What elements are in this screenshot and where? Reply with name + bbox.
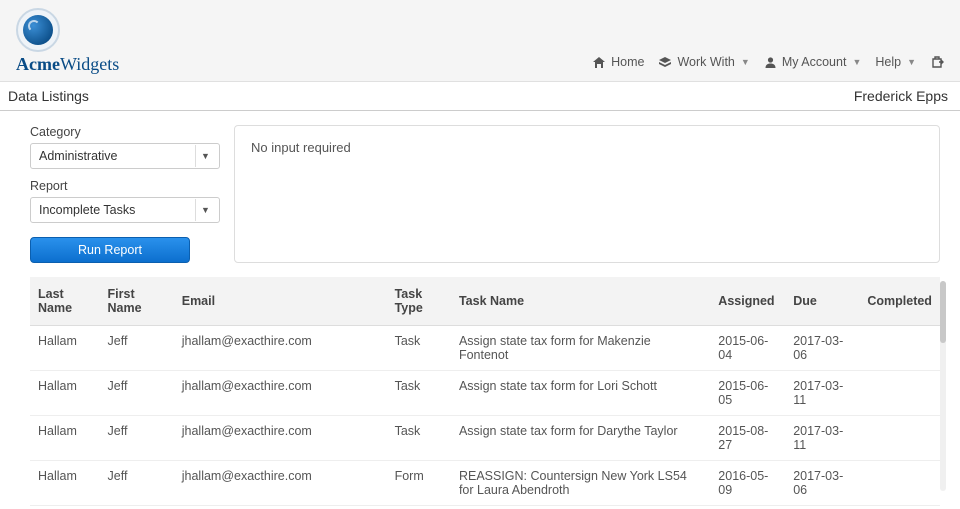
cell-task-type: Task bbox=[387, 506, 451, 509]
report-value: Incomplete Tasks bbox=[39, 203, 135, 217]
table-row[interactable]: HallamJeffjhallam@exacthire.comTaskAssig… bbox=[30, 416, 940, 461]
cell-task-type: Task bbox=[387, 326, 451, 371]
cell-email: jhallam@exacthire.com bbox=[174, 461, 387, 506]
category-label: Category bbox=[30, 125, 220, 139]
cell-task-type: Form bbox=[387, 461, 451, 506]
cell-due: 2017-03-06 bbox=[785, 461, 859, 506]
chevron-down-icon: ▼ bbox=[852, 57, 861, 67]
stack-icon bbox=[658, 56, 672, 69]
col-assigned[interactable]: Assigned bbox=[710, 277, 785, 326]
report-group: Report Incomplete Tasks ▼ bbox=[30, 179, 220, 223]
table-row[interactable]: HallamJeffjhallam@exacthire.comTaskAssig… bbox=[30, 326, 940, 371]
cell-email: jhallam@exacthire.com bbox=[174, 371, 387, 416]
cell-completed bbox=[859, 416, 940, 461]
nav-help[interactable]: Help ▼ bbox=[875, 55, 916, 69]
nav-work-with-label: Work With bbox=[677, 55, 734, 69]
scrollbar[interactable] bbox=[940, 281, 946, 491]
category-group: Category Administrative ▼ bbox=[30, 125, 220, 169]
cell-email: jhallam@exacthire.com bbox=[174, 326, 387, 371]
category-value: Administrative bbox=[39, 149, 118, 163]
cell-last-name: Hallam bbox=[30, 416, 100, 461]
cell-last-name: Hallam bbox=[30, 326, 100, 371]
filter-sidebar: Category Administrative ▼ Report Incompl… bbox=[30, 125, 220, 263]
cell-assigned: 2016-07-13 bbox=[710, 506, 785, 509]
user-icon bbox=[764, 56, 777, 69]
cell-first-name: Jeff bbox=[100, 416, 174, 461]
table-row[interactable]: HallamJeffjhallam@exacthire.comTaskAssig… bbox=[30, 371, 940, 416]
chevron-down-icon: ▼ bbox=[195, 199, 215, 221]
cell-completed bbox=[859, 506, 940, 509]
nav-home[interactable]: Home bbox=[592, 55, 644, 69]
brand-name: AcmeWidgets bbox=[16, 54, 119, 75]
cell-assigned: 2016-05-09 bbox=[710, 461, 785, 506]
cell-task-name: Assign state tax form for Lori Schott bbox=[451, 371, 710, 416]
cell-email: jhallam@exacthire.com bbox=[174, 416, 387, 461]
table-row[interactable]: HallamJeffjhallam@exacthire.comFormREASS… bbox=[30, 461, 940, 506]
scrollbar-thumb[interactable] bbox=[940, 281, 946, 343]
logo-area: AcmeWidgets bbox=[16, 8, 119, 75]
cell-completed bbox=[859, 461, 940, 506]
app-header: AcmeWidgets Home Work With ▼ My Account … bbox=[0, 0, 960, 82]
col-due[interactable]: Due bbox=[785, 277, 859, 326]
report-label: Report bbox=[30, 179, 220, 193]
col-task-type[interactable]: Task Type bbox=[387, 277, 451, 326]
current-user: Frederick Epps bbox=[854, 88, 948, 104]
nav-home-label: Home bbox=[611, 55, 644, 69]
cell-last-name: Hallam bbox=[30, 506, 100, 509]
cell-first-name: Jeff bbox=[100, 371, 174, 416]
cell-email: jhallam@exacthire.com bbox=[174, 506, 387, 509]
cell-task-name: Assign state tax form for Makenzie Fonte… bbox=[451, 326, 710, 371]
home-icon bbox=[592, 56, 606, 69]
cell-completed bbox=[859, 326, 940, 371]
col-completed[interactable]: Completed bbox=[859, 277, 940, 326]
col-last-name[interactable]: Last Name bbox=[30, 277, 100, 326]
results-table-wrap: Last Name First Name Email Task Type Tas… bbox=[0, 263, 960, 509]
results-table: Last Name First Name Email Task Type Tas… bbox=[30, 277, 940, 509]
nav-work-with[interactable]: Work With ▼ bbox=[658, 55, 749, 69]
logo-icon bbox=[16, 8, 60, 52]
chevron-down-icon: ▼ bbox=[741, 57, 750, 67]
subheader: Data Listings Frederick Epps bbox=[0, 82, 960, 111]
category-select[interactable]: Administrative ▼ bbox=[30, 143, 220, 169]
input-panel: No input required bbox=[234, 125, 940, 263]
run-report-button[interactable]: Run Report bbox=[30, 237, 190, 263]
cell-first-name: Jeff bbox=[100, 326, 174, 371]
cell-task-name: Onboard Jerry Graupner bbox=[451, 506, 710, 509]
cell-task-name: Assign state tax form for Darythe Taylor bbox=[451, 416, 710, 461]
col-first-name[interactable]: First Name bbox=[100, 277, 174, 326]
cell-first-name: Jeff bbox=[100, 461, 174, 506]
cell-due: 2017-03-11 bbox=[785, 416, 859, 461]
top-nav: Home Work With ▼ My Account ▼ Help ▼ bbox=[592, 55, 944, 75]
col-email[interactable]: Email bbox=[174, 277, 387, 326]
table-header-row: Last Name First Name Email Task Type Tas… bbox=[30, 277, 940, 326]
page-title: Data Listings bbox=[8, 88, 89, 104]
nav-my-account-label: My Account bbox=[782, 55, 847, 69]
chevron-down-icon: ▼ bbox=[907, 57, 916, 67]
nav-logout[interactable] bbox=[930, 55, 944, 69]
report-select[interactable]: Incomplete Tasks ▼ bbox=[30, 197, 220, 223]
panel-message: No input required bbox=[251, 140, 351, 155]
cell-task-type: Task bbox=[387, 371, 451, 416]
nav-help-label: Help bbox=[875, 55, 901, 69]
cell-assigned: 2015-08-27 bbox=[710, 416, 785, 461]
logout-icon bbox=[930, 55, 944, 69]
cell-completed bbox=[859, 371, 940, 416]
col-task-name[interactable]: Task Name bbox=[451, 277, 710, 326]
cell-task-type: Task bbox=[387, 416, 451, 461]
cell-first-name: Jeff bbox=[100, 506, 174, 509]
cell-assigned: 2015-06-05 bbox=[710, 371, 785, 416]
cell-last-name: Hallam bbox=[30, 371, 100, 416]
table-row[interactable]: HallamJeffjhallam@exacthire.comTaskOnboa… bbox=[30, 506, 940, 509]
chevron-down-icon: ▼ bbox=[195, 145, 215, 167]
filter-area: Category Administrative ▼ Report Incompl… bbox=[0, 111, 960, 263]
cell-task-name: REASSIGN: Countersign New York LS54 for … bbox=[451, 461, 710, 506]
cell-due: 2017-03-11 bbox=[785, 371, 859, 416]
cell-due: 2017-03-12 bbox=[785, 506, 859, 509]
nav-my-account[interactable]: My Account ▼ bbox=[764, 55, 862, 69]
cell-due: 2017-03-06 bbox=[785, 326, 859, 371]
cell-assigned: 2015-06-04 bbox=[710, 326, 785, 371]
cell-last-name: Hallam bbox=[30, 461, 100, 506]
